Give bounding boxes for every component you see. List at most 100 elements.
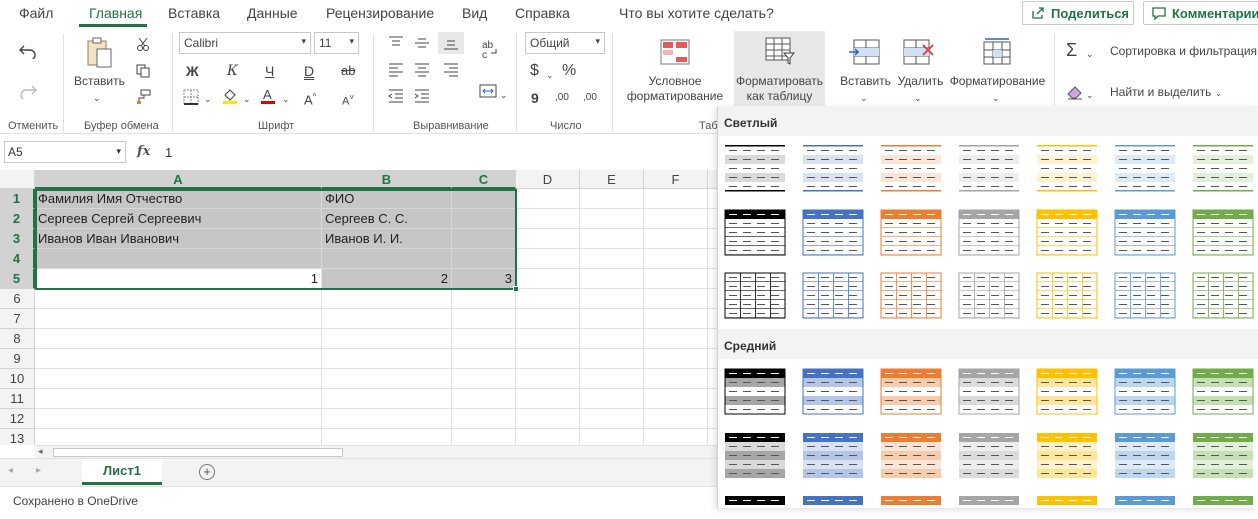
cell-g6[interactable]: [708, 289, 717, 309]
autosum-icon[interactable]: Σ: [1066, 41, 1077, 59]
table-style-medium-1-6[interactable]: [1114, 367, 1176, 416]
format-cells-icon[interactable]: [983, 37, 1011, 65]
row-header-9[interactable]: 9: [0, 349, 35, 369]
italic-button[interactable]: К: [227, 63, 238, 79]
tab-insert[interactable]: Вставка: [168, 5, 220, 21]
chevron-down-icon[interactable]: ⌄: [914, 90, 922, 106]
column-header-e[interactable]: E: [580, 170, 644, 189]
chevron-down-icon[interactable]: ⌄: [992, 90, 1000, 106]
cell-d12[interactable]: [516, 409, 580, 429]
cell-g8[interactable]: [708, 329, 717, 349]
cell-c7[interactable]: [452, 309, 516, 329]
table-style-light-1-1[interactable]: [724, 144, 786, 193]
table-style-light-1-5[interactable]: [1036, 144, 1098, 193]
row-header-2[interactable]: 2: [0, 209, 35, 229]
cell-d3[interactable]: [516, 229, 580, 249]
chevron-down-icon[interactable]: ⌄: [860, 90, 868, 106]
tab-review[interactable]: Рецензирование: [326, 5, 434, 21]
cell-e13[interactable]: [580, 429, 644, 445]
cell-c5[interactable]: 3: [452, 269, 516, 289]
copy-icon[interactable]: [136, 64, 150, 78]
cell-e3[interactable]: [580, 229, 644, 249]
cell-f13[interactable]: [644, 429, 708, 445]
cell-g5[interactable]: [708, 269, 717, 289]
cell-d2[interactable]: [516, 209, 580, 229]
format-as-table-icon[interactable]: [765, 37, 795, 67]
font-size-select[interactable]: 11 ▾: [314, 32, 359, 54]
cell-b3[interactable]: Иванов И. И.: [322, 229, 452, 249]
table-style-medium-1-5[interactable]: [1036, 367, 1098, 416]
undo-icon[interactable]: [19, 43, 37, 59]
row-header-8[interactable]: 8: [0, 329, 35, 349]
tell-me-search[interactable]: Что вы хотите сделать?: [619, 5, 774, 21]
cell-g9[interactable]: [708, 349, 717, 369]
column-header-g[interactable]: [708, 170, 717, 189]
add-sheet-icon[interactable]: +: [199, 464, 215, 480]
cell-a6[interactable]: [35, 289, 322, 309]
table-style-medium-2-2[interactable]: [802, 431, 864, 480]
sort-filter-button[interactable]: Сортировка и фильтрация: [1110, 44, 1257, 59]
cell-d8[interactable]: [516, 329, 580, 349]
cell-f3[interactable]: [644, 229, 708, 249]
cell-f10[interactable]: [644, 369, 708, 389]
delete-label[interactable]: Удалить: [893, 74, 948, 89]
cell-d5[interactable]: [516, 269, 580, 289]
tab-data[interactable]: Данные: [247, 5, 298, 21]
cell-e5[interactable]: [580, 269, 644, 289]
table-style-light-3-6[interactable]: [1114, 271, 1176, 320]
conditional-formatting-label-2[interactable]: форматирование: [620, 89, 730, 104]
name-box[interactable]: A5 ▾: [4, 141, 126, 163]
table-style-medium-3-1[interactable]: [724, 494, 786, 508]
cell-b9[interactable]: [322, 349, 452, 369]
cell-b5[interactable]: 2: [322, 269, 452, 289]
column-header-d[interactable]: D: [516, 170, 580, 189]
row-header-4[interactable]: 4: [0, 249, 35, 269]
sheet-tab-active[interactable]: Лист1: [82, 459, 162, 485]
table-style-light-3-4[interactable]: [958, 271, 1020, 320]
row-header-10[interactable]: 10: [0, 369, 35, 389]
align-left-icon[interactable]: [388, 63, 404, 77]
tab-help[interactable]: Справка: [515, 5, 570, 21]
cell-b8[interactable]: [322, 329, 452, 349]
tab-home[interactable]: Главная: [89, 5, 142, 21]
cell-b11[interactable]: [322, 389, 452, 409]
format-as-table-label-1[interactable]: Форматировать: [734, 74, 825, 89]
table-style-medium-1-2[interactable]: [802, 367, 864, 416]
bold-button[interactable]: Ж: [186, 63, 199, 79]
chevron-down-icon[interactable]: ⌄: [204, 91, 212, 107]
cell-e1[interactable]: [580, 189, 644, 209]
cell-c10[interactable]: [452, 369, 516, 389]
tab-file[interactable]: Файл: [19, 5, 53, 21]
cell-d6[interactable]: [516, 289, 580, 309]
cell-d9[interactable]: [516, 349, 580, 369]
row-header-6[interactable]: 6: [0, 289, 35, 309]
cell-e4[interactable]: [580, 249, 644, 269]
cell-b6[interactable]: [322, 289, 452, 309]
table-style-medium-1-7[interactable]: [1192, 367, 1254, 416]
table-style-medium-2-6[interactable]: [1114, 431, 1176, 480]
comments-button[interactable]: Комментарии: [1143, 1, 1258, 25]
horizontal-scrollbar[interactable]: ◂: [35, 445, 717, 458]
table-style-medium-2-4[interactable]: [958, 431, 1020, 480]
cell-b4[interactable]: [322, 249, 452, 269]
cell-g13[interactable]: [708, 429, 717, 445]
insert-label[interactable]: Вставить: [838, 74, 893, 89]
table-style-medium-3-6[interactable]: [1114, 494, 1176, 508]
table-style-light-3-2[interactable]: [802, 271, 864, 320]
chevron-down-icon[interactable]: ⌄: [282, 91, 290, 107]
cell-c12[interactable]: [452, 409, 516, 429]
cell-a8[interactable]: [35, 329, 322, 349]
cell-b1[interactable]: ФИО: [322, 189, 452, 209]
table-style-light-2-7[interactable]: [1192, 208, 1254, 257]
cell-b7[interactable]: [322, 309, 452, 329]
cell-f7[interactable]: [644, 309, 708, 329]
share-button[interactable]: Поделиться: [1022, 1, 1134, 25]
table-style-light-1-2[interactable]: [802, 144, 864, 193]
table-style-medium-1-1[interactable]: [724, 367, 786, 416]
table-style-medium-3-3[interactable]: [880, 494, 942, 508]
increase-decimal-button[interactable]: ,00: [555, 90, 569, 106]
cell-f9[interactable]: [644, 349, 708, 369]
cell-b10[interactable]: [322, 369, 452, 389]
scroll-left-icon[interactable]: ◂: [38, 446, 43, 457]
decrease-indent-icon[interactable]: [388, 89, 404, 103]
